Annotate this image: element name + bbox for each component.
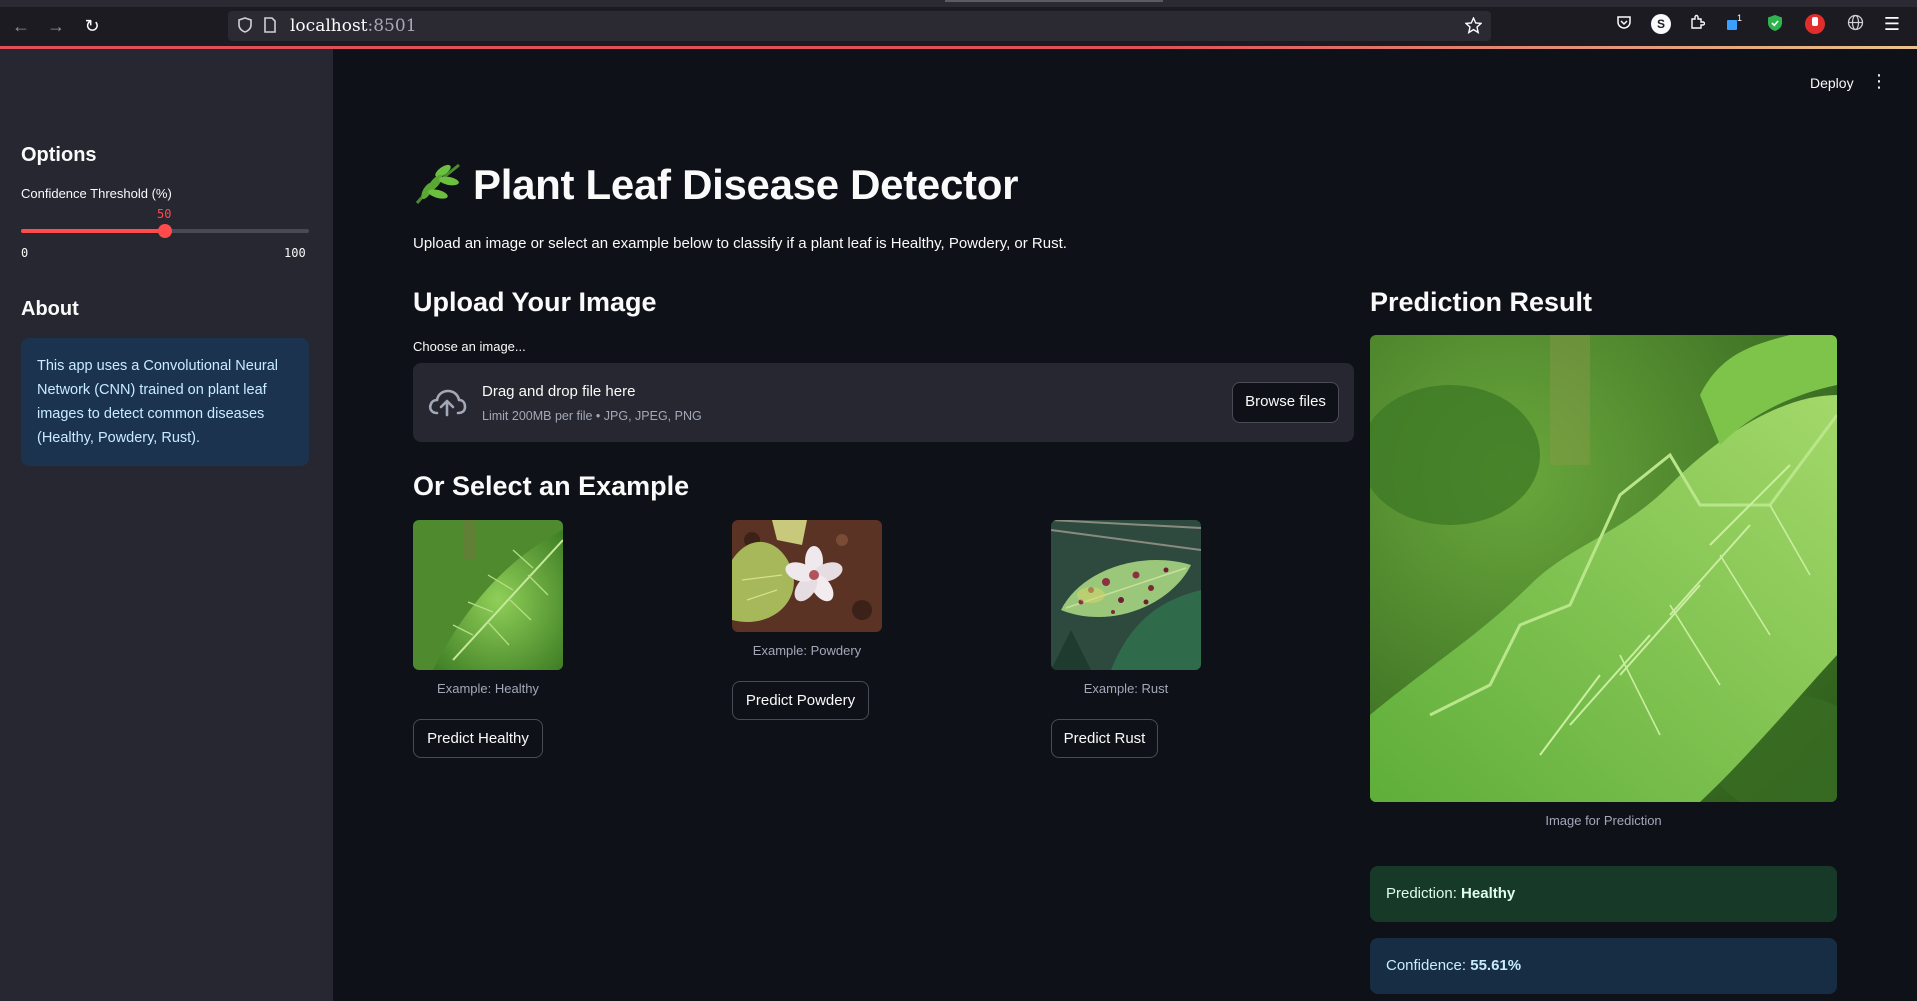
predict-healthy-button[interactable]: Predict Healthy bbox=[413, 719, 543, 758]
cloud-upload-icon bbox=[427, 385, 467, 419]
extensions-puzzle-icon[interactable] bbox=[1687, 14, 1707, 34]
confidence-threshold-slider[interactable] bbox=[21, 224, 309, 238]
slider-fill bbox=[21, 229, 165, 233]
deploy-button[interactable]: Deploy bbox=[1810, 75, 1854, 91]
confidence-value: 55.61% bbox=[1470, 957, 1522, 974]
predict-powdery-button[interactable]: Predict Powdery bbox=[732, 681, 869, 720]
browser-tab-strip bbox=[0, 0, 1917, 7]
about-heading: About bbox=[21, 298, 79, 320]
page-icon bbox=[264, 17, 276, 37]
example-healthy-caption: Example: Healthy bbox=[437, 681, 539, 696]
about-text: This app uses a Convolutional Neural Net… bbox=[37, 358, 278, 446]
url-bar[interactable]: localhost:8501 bbox=[228, 11, 1491, 41]
herb-leaf-icon bbox=[413, 161, 463, 205]
slider-current-value: 50 bbox=[157, 207, 172, 221]
result-heading: Prediction Result bbox=[1370, 287, 1593, 317]
url-host: localhost bbox=[290, 16, 368, 36]
confidence-threshold-label: Confidence Threshold (%) bbox=[21, 186, 172, 201]
page-title-text: Plant Leaf Disease Detector bbox=[473, 161, 1019, 208]
sidebar: Options Confidence Threshold (%) 50 0 10… bbox=[0, 49, 333, 1001]
page-subtitle: Upload an image or select an example bel… bbox=[413, 235, 1067, 252]
prediction-value: Healthy bbox=[1461, 885, 1516, 902]
confidence-label: Confidence: bbox=[1386, 957, 1467, 974]
example-powdery-caption: Example: Powdery bbox=[752, 643, 862, 658]
adblock-shield-icon[interactable] bbox=[1765, 14, 1785, 34]
tab-counter-icon[interactable]: 1 bbox=[1724, 13, 1744, 34]
options-heading: Options bbox=[21, 144, 97, 166]
about-info-box: This app uses a Convolutional Neural Net… bbox=[21, 338, 309, 466]
shield-icon[interactable] bbox=[238, 17, 252, 37]
dropzone-limit-text: Limit 200MB per file • JPG, JPEG, PNG bbox=[482, 409, 702, 423]
reload-icon[interactable]: ↻ bbox=[80, 14, 104, 38]
page-title: Plant Leaf Disease Detector bbox=[413, 161, 1018, 209]
upload-heading: Upload Your Image bbox=[413, 287, 657, 317]
globe-icon[interactable] bbox=[1845, 14, 1865, 34]
slider-max-label: 100 bbox=[284, 246, 306, 260]
prediction-image-caption: Image for Prediction bbox=[1545, 813, 1662, 828]
back-icon[interactable]: ← bbox=[9, 14, 33, 38]
file-uploader-label: Choose an image... bbox=[413, 339, 526, 354]
forward-icon[interactable]: → bbox=[44, 14, 68, 38]
hamburger-menu-icon[interactable]: ☰ bbox=[1882, 14, 1902, 34]
example-rust-image bbox=[1051, 520, 1201, 670]
predict-rust-button[interactable]: Predict Rust bbox=[1051, 719, 1158, 758]
browse-files-button[interactable]: Browse files bbox=[1232, 382, 1339, 423]
example-rust-caption: Example: Rust bbox=[1083, 681, 1169, 696]
confidence-alert: Confidence: 55.61% bbox=[1370, 938, 1837, 994]
browser-toolbar: ← → ↻ localhost:8501 S 1 ☰ bbox=[0, 0, 1917, 49]
slider-min-label: 0 bbox=[21, 246, 29, 260]
active-tab-indicator bbox=[945, 0, 1163, 2]
dropzone-instruction: Drag and drop file here bbox=[482, 383, 636, 400]
example-powdery-image bbox=[732, 520, 882, 632]
url-text[interactable]: localhost:8501 bbox=[290, 16, 417, 36]
main-menu-icon[interactable]: ⋮ bbox=[1870, 71, 1888, 92]
url-port: :8501 bbox=[367, 16, 417, 36]
examples-heading: Or Select an Example bbox=[413, 471, 690, 501]
hand-stop-icon[interactable] bbox=[1805, 14, 1825, 34]
example-healthy-image bbox=[413, 520, 563, 670]
slider-thumb[interactable] bbox=[158, 224, 172, 238]
pocket-icon[interactable] bbox=[1614, 14, 1634, 34]
prediction-alert: Prediction: Healthy bbox=[1370, 866, 1837, 922]
s-extension-icon[interactable]: S bbox=[1651, 14, 1671, 34]
prediction-label: Prediction: bbox=[1386, 885, 1457, 902]
prediction-image bbox=[1370, 335, 1837, 802]
bookmark-star-icon[interactable] bbox=[1464, 16, 1483, 38]
extension-badge: 1 bbox=[1737, 13, 1743, 23]
file-dropzone[interactable]: Drag and drop file here Limit 200MB per … bbox=[413, 363, 1354, 442]
